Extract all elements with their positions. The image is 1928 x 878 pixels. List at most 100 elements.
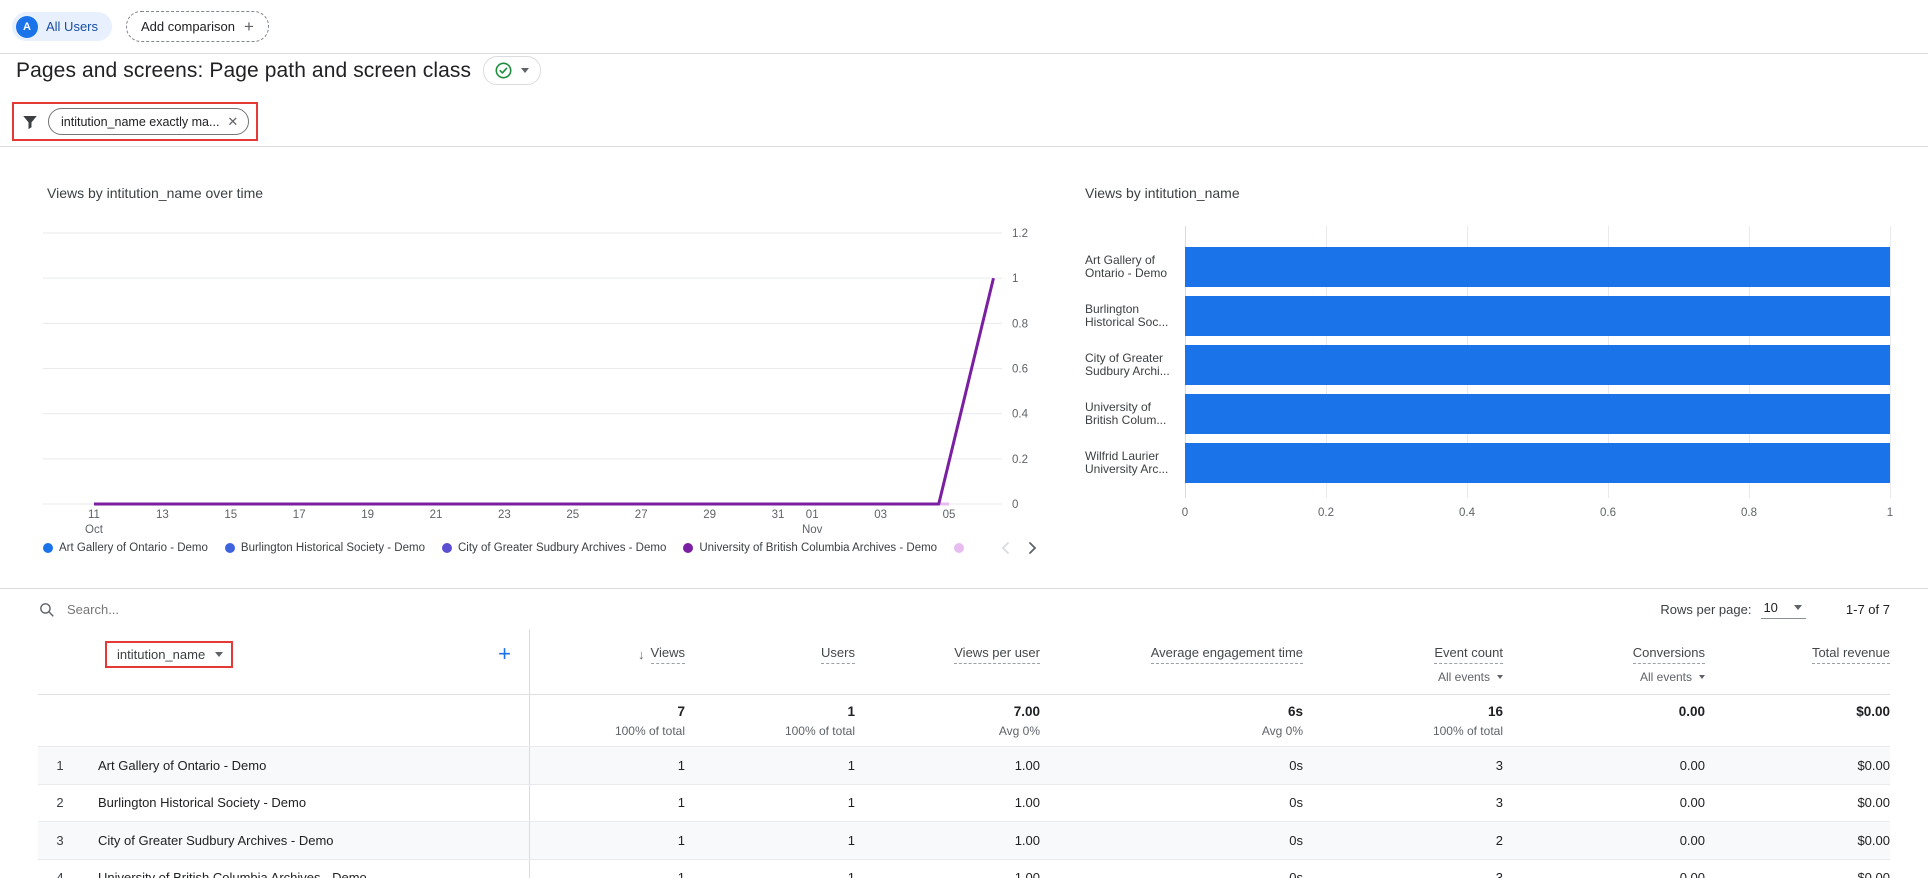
bar-x-tick-label: 0.2 (1318, 507, 1334, 519)
row-metric-value: 0s (1040, 758, 1303, 773)
table-row: 4University of British Columbia Archives… (38, 860, 1890, 878)
x-axis-month-label: Oct (85, 524, 104, 536)
search-input[interactable] (65, 601, 489, 618)
y-axis-tick-label: 0 (1012, 499, 1018, 511)
dimension-selector[interactable]: intitution_name (117, 647, 205, 662)
add-comparison-label: Add comparison (141, 19, 235, 34)
bar-x-tick-label: 1 (1887, 507, 1893, 519)
add-column-button[interactable]: + (498, 643, 511, 665)
bar-x-tick-label: 0.4 (1459, 507, 1475, 519)
row-number: 1 (38, 758, 82, 773)
check-circle-icon (495, 62, 512, 79)
search-icon (38, 601, 55, 618)
x-axis-tick-label: 17 (293, 509, 306, 521)
line-chart-svg: 00.20.40.60.811.211Oct131517192123252729… (43, 226, 1043, 546)
x-axis-tick-label: 19 (361, 509, 374, 521)
legend-item[interactable]: University of British Columbia Archives … (683, 542, 937, 554)
page-title: Pages and screens: Page path and screen … (16, 59, 471, 83)
bar-chart-panel: Views by intitution_name Art Gallery ofO… (1080, 147, 1890, 589)
table-row: 1Art Gallery of Ontario - Demo111.000s30… (38, 747, 1890, 785)
legend-label: City of Greater Sudbury Archives - Demo (458, 542, 666, 554)
table-totals-row: 7100% of total1100% of total7.00Avg 0%6s… (38, 695, 1890, 747)
legend-label: Burlington Historical Society - Demo (241, 542, 425, 554)
row-metric-value: 3 (1303, 870, 1503, 878)
bar-x-tick-label: 0.8 (1741, 507, 1757, 519)
totals-cell: 0.00 (1503, 695, 1705, 719)
totals-cell: $0.00 (1705, 695, 1890, 719)
row-metric-value: 1.00 (855, 795, 1040, 810)
rows-per-page: Rows per page: 10 1-7 of 7 (1660, 600, 1890, 619)
legend-item[interactable]: City of Greater Sudbury Archives - Demo (442, 542, 666, 554)
bar-x-tick-label: 0.6 (1600, 507, 1616, 519)
y-axis-tick-label: 0.2 (1012, 454, 1028, 466)
row-metric-value: 1 (685, 795, 855, 810)
row-dimension-value: Burlington Historical Society - Demo (82, 795, 306, 810)
row-metric-value: $0.00 (1705, 758, 1890, 773)
row-metric-value: 0.00 (1503, 833, 1705, 848)
filter-chip[interactable]: intitution_name exactly ma... ✕ (48, 108, 249, 135)
all-users-chip[interactable]: A All Users (12, 12, 112, 41)
bar[interactable] (1185, 394, 1890, 434)
add-comparison-button[interactable]: Add comparison + (126, 11, 269, 42)
legend-dot-icon (225, 543, 235, 553)
column-header-label[interactable]: Users (821, 645, 855, 664)
line-chart-legend: Art Gallery of Ontario - Demo Burlington … (43, 541, 1043, 555)
row-dimension-cell: Burlington Historical Society - Demo (82, 785, 530, 822)
close-icon[interactable]: ✕ (227, 114, 238, 130)
chevron-down-icon (215, 652, 223, 657)
column-header-label[interactable]: Conversions (1633, 645, 1705, 664)
report-status-button[interactable] (483, 56, 541, 85)
row-metric-value: 3 (1303, 795, 1503, 810)
row-dimension-value: University of British Columbia Archives … (82, 870, 367, 878)
totals-cell: 6sAvg 0% (1040, 695, 1303, 738)
column-subfilter[interactable]: All events (1303, 670, 1503, 684)
totals-sublabel: 100% of total (1303, 724, 1503, 738)
title-row: Pages and screens: Page path and screen … (16, 56, 541, 85)
row-number: 4 (38, 870, 82, 878)
chevron-right-icon[interactable] (1028, 541, 1037, 555)
bar[interactable] (1185, 345, 1890, 385)
x-axis-tick-label: 29 (703, 509, 716, 521)
bar-x-tick-label: 0 (1182, 507, 1188, 519)
row-metric-value: 1 (685, 758, 855, 773)
chevron-down-icon (521, 68, 529, 73)
y-axis-tick-label: 0.8 (1012, 318, 1028, 330)
column-header-label[interactable]: Average engagement time (1151, 645, 1303, 664)
rows-per-page-select[interactable]: 10 (1761, 600, 1805, 619)
row-metric-value: 1.00 (855, 833, 1040, 848)
rows-per-page-label: Rows per page: (1660, 602, 1751, 617)
column-header-label[interactable]: Views (651, 645, 685, 664)
data-table-section: Rows per page: 10 1-7 of 7 intitution_na… (0, 588, 1928, 878)
legend-item[interactable]: Burlington Historical Society - Demo (225, 542, 425, 554)
legend-item[interactable]: Art Gallery of Ontario - Demo (43, 542, 208, 554)
rows-per-page-value: 10 (1763, 600, 1777, 615)
dimension-annotation-box: intitution_name (105, 641, 233, 668)
column-header-users: Users (685, 629, 855, 694)
totals-dim-spacer (82, 695, 530, 746)
bar[interactable] (1185, 247, 1890, 287)
column-header-label[interactable]: Views per user (954, 645, 1040, 664)
column-subfilter-label: All events (1438, 670, 1490, 684)
column-header-label[interactable]: Total revenue (1812, 645, 1890, 664)
bar-chart-title: Views by intitution_name (1085, 185, 1240, 201)
bar-category-label: University ofBritish Colum... (1085, 401, 1181, 427)
row-metric-value: 1 (530, 758, 685, 773)
x-axis-tick-label: 15 (224, 509, 237, 521)
totals-cell: 7100% of total (530, 695, 685, 738)
row-dimension-cell: City of Greater Sudbury Archives - Demo (82, 822, 530, 859)
row-metric-value: 1 (685, 833, 855, 848)
x-axis-tick-label: 03 (874, 509, 887, 521)
column-header-label[interactable]: Event count (1434, 645, 1503, 664)
legend-item[interactable] (954, 543, 964, 553)
bar[interactable] (1185, 443, 1890, 483)
bar[interactable] (1185, 296, 1890, 336)
bar-category-label: Wilfrid LaurierUniversity Arc... (1085, 450, 1181, 476)
x-axis-tick-label: 11 (88, 509, 100, 521)
legend-label: Art Gallery of Ontario - Demo (59, 542, 208, 554)
y-axis-tick-label: 0.6 (1012, 364, 1028, 376)
totals-cell: 1100% of total (685, 695, 855, 738)
column-subfilter[interactable]: All events (1503, 670, 1705, 684)
chevron-left-icon[interactable] (1001, 541, 1010, 555)
row-metric-value: 0.00 (1503, 758, 1705, 773)
table-header-row: intitution_name + ↓ViewsUsersViews per u… (38, 629, 1890, 695)
